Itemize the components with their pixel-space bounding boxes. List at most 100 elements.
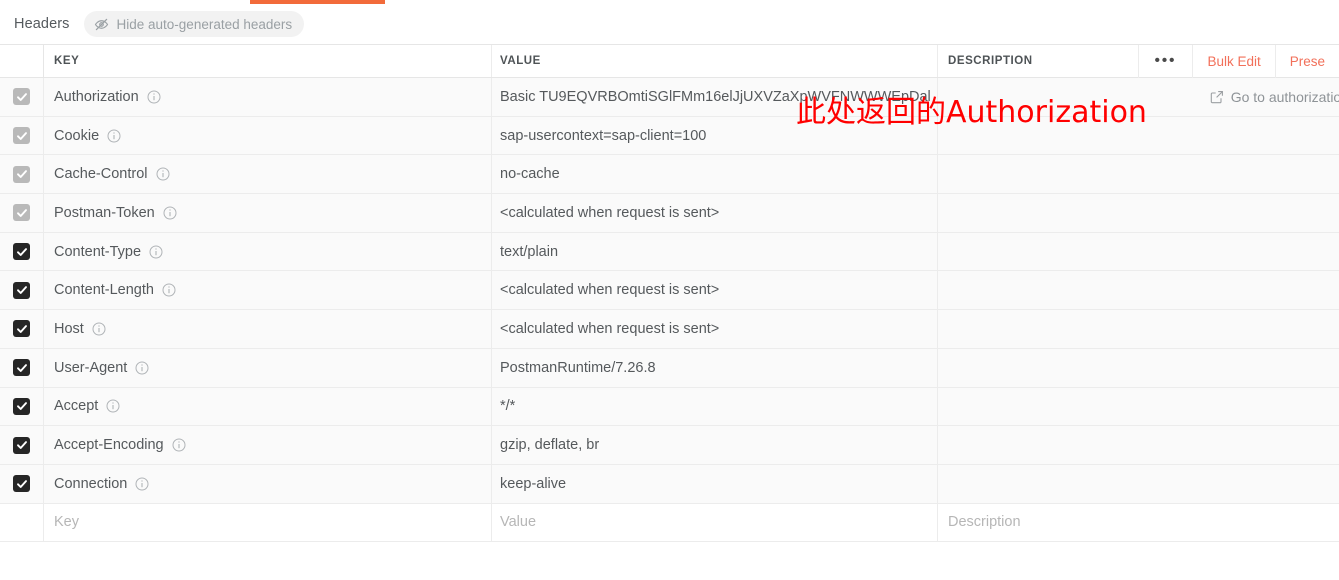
table-row[interactable]: Authorization Basic TU9EQVRBOmtiSGlFMm16e…: [0, 78, 1339, 117]
eye-off-icon: [94, 17, 109, 32]
new-header-description-cell[interactable]: Description: [938, 504, 1339, 542]
row-value-cell[interactable]: <calculated when request is sent>: [492, 271, 938, 310]
row-checkbox-cell[interactable]: [0, 155, 44, 194]
table-row[interactable]: Accept */*: [0, 387, 1339, 427]
info-icon[interactable]: [162, 283, 176, 297]
row-checkbox-cell[interactable]: [0, 348, 44, 387]
row-checkbox[interactable]: [13, 281, 30, 299]
more-options-button[interactable]: •••: [1139, 45, 1193, 78]
column-header-description-label: DESCRIPTION: [948, 55, 1033, 67]
row-key-cell[interactable]: Host: [44, 310, 492, 348]
row-checkbox-cell[interactable]: [0, 194, 44, 232]
info-icon[interactable]: [106, 399, 120, 413]
hide-auto-generated-headers-toggle[interactable]: Hide auto-generated headers: [83, 11, 305, 37]
row-description-cell[interactable]: [938, 233, 1339, 271]
row-checkbox-cell[interactable]: [0, 387, 44, 426]
row-checkbox-cell[interactable]: [0, 464, 44, 503]
row-checkbox[interactable]: [13, 127, 30, 145]
table-row[interactable]: Content-Length <calculated when request i…: [0, 271, 1339, 311]
row-description-cell[interactable]: [938, 388, 1339, 426]
info-icon[interactable]: [147, 90, 161, 104]
row-key-cell[interactable]: Connection: [44, 464, 492, 503]
row-checkbox[interactable]: [13, 359, 30, 377]
row-key-cell[interactable]: Authorization: [44, 78, 492, 116]
row-value-cell[interactable]: <calculated when request is sent>: [492, 194, 938, 232]
table-body: Authorization Basic TU9EQVRBOmtiSGlFMm16e…: [0, 78, 1339, 504]
row-checkbox-cell[interactable]: [0, 78, 44, 116]
row-checkbox[interactable]: [13, 475, 30, 493]
row-key-cell[interactable]: Content-Type: [44, 232, 492, 271]
row-value-cell[interactable]: text/plain: [492, 232, 938, 271]
row-description-cell[interactable]: [938, 465, 1339, 503]
row-value-cell[interactable]: keep-alive: [492, 464, 938, 503]
row-value-cell[interactable]: Basic TU9EQVRBOmtiSGlFMm16elJjUXVZaXpWVF…: [492, 78, 938, 116]
table-row[interactable]: Accept-Encoding gzip, deflate, br: [0, 426, 1339, 465]
row-description-cell[interactable]: [938, 155, 1339, 193]
new-header-row[interactable]: Key Value Description: [0, 503, 1339, 543]
row-description-cell[interactable]: [938, 426, 1339, 464]
presets-button[interactable]: Prese: [1276, 45, 1339, 78]
row-description-cell[interactable]: [938, 349, 1339, 387]
row-value-cell[interactable]: gzip, deflate, br: [492, 426, 938, 464]
row-value-cell[interactable]: <calculated when request is sent>: [492, 310, 938, 348]
row-description-cell[interactable]: [938, 194, 1339, 232]
row-description-cell[interactable]: [938, 117, 1339, 155]
row-checkbox[interactable]: [13, 165, 30, 183]
row-value-label: <calculated when request is sent>: [500, 320, 720, 337]
row-value-cell[interactable]: */*: [492, 387, 938, 426]
info-icon[interactable]: [149, 245, 163, 259]
row-key-cell[interactable]: Postman-Token: [44, 194, 492, 232]
row-value-cell[interactable]: sap-usercontext=sap-client=100: [492, 116, 938, 155]
row-checkbox[interactable]: [13, 88, 30, 106]
info-icon[interactable]: [92, 322, 106, 336]
row-key-cell[interactable]: Cache-Control: [44, 155, 492, 194]
row-checkbox[interactable]: [13, 436, 30, 454]
info-icon[interactable]: [156, 167, 170, 181]
info-icon[interactable]: [107, 129, 121, 143]
bulk-edit-button[interactable]: Bulk Edit: [1193, 45, 1274, 78]
table-row[interactable]: User-Agent PostmanRuntime/7.26.8: [0, 348, 1339, 388]
new-header-value-cell[interactable]: Value: [492, 503, 938, 542]
row-checkbox[interactable]: [13, 243, 30, 261]
table-row[interactable]: Postman-Token <calculated when request is…: [0, 194, 1339, 233]
row-key-label: User-Agent: [54, 359, 128, 376]
row-checkbox[interactable]: [13, 204, 30, 222]
table-row[interactable]: Cookie sap-usercontext=sap-client=100: [0, 116, 1339, 156]
table-row[interactable]: Connection keep-alive: [0, 464, 1339, 504]
info-icon[interactable]: [172, 438, 186, 452]
row-key-cell[interactable]: Accept: [44, 387, 492, 426]
row-checkbox-cell[interactable]: [0, 232, 44, 271]
info-icon[interactable]: [163, 206, 177, 220]
row-description-cell[interactable]: Go to authorization: [938, 78, 1339, 116]
row-value-label: no-cache: [500, 166, 560, 183]
row-description-cell[interactable]: [938, 271, 1339, 309]
row-description-cell[interactable]: [938, 310, 1339, 348]
row-checkbox-cell[interactable]: [0, 310, 44, 348]
row-value-cell[interactable]: no-cache: [492, 155, 938, 194]
info-icon[interactable]: [135, 477, 149, 491]
row-key-cell[interactable]: Accept-Encoding: [44, 426, 492, 464]
row-checkbox-cell[interactable]: [0, 116, 44, 155]
row-checkbox-cell[interactable]: [0, 271, 44, 310]
column-header-description: DESCRIPTION ••• Bulk Edit Prese: [938, 44, 1339, 78]
go-to-authorization-label: Go to authorization: [1230, 88, 1339, 105]
table-row[interactable]: Host <calculated when request is sent>: [0, 310, 1339, 349]
headers-panel: Headers Hide auto-generated headers KEY …: [0, 0, 1339, 580]
info-icon[interactable]: [135, 361, 149, 375]
row-checkbox-cell[interactable]: [0, 426, 44, 464]
row-checkbox[interactable]: [13, 397, 30, 415]
table-row[interactable]: Cache-Control no-cache: [0, 155, 1339, 195]
row-key-cell[interactable]: User-Agent: [44, 348, 492, 387]
row-key-label: Cache-Control: [54, 166, 148, 183]
new-header-key-cell[interactable]: Key: [44, 503, 492, 542]
new-header-checkbox-cell: [0, 503, 44, 542]
row-key-cell[interactable]: Content-Length: [44, 271, 492, 310]
row-key-label: Authorization: [54, 88, 139, 105]
row-key-cell[interactable]: Cookie: [44, 116, 492, 155]
row-value-cell[interactable]: PostmanRuntime/7.26.8: [492, 348, 938, 387]
row-checkbox[interactable]: [13, 320, 30, 338]
row-key-label: Content-Type: [54, 243, 142, 260]
table-row[interactable]: Content-Type text/plain: [0, 232, 1339, 272]
hide-auto-generated-headers-label: Hide auto-generated headers: [116, 16, 293, 32]
go-to-authorization-link[interactable]: Go to authorization: [1210, 89, 1339, 105]
